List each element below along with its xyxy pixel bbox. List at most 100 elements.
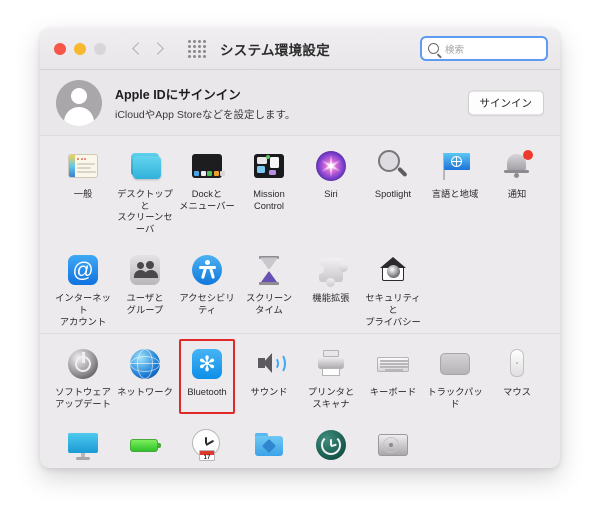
sign-in-button[interactable]: サインイン bbox=[467, 90, 544, 115]
pane-label: 言語と地域 bbox=[431, 189, 479, 199]
security-privacy-icon bbox=[374, 251, 412, 289]
pane-sound[interactable]: サウンド bbox=[238, 343, 300, 410]
pane-date-time[interactable]: 17 日付と時刻 bbox=[176, 424, 238, 468]
zoom-button[interactable] bbox=[94, 42, 106, 55]
pane-label: ユーザと グループ bbox=[126, 293, 164, 316]
pane-mission-control[interactable]: Mission Control bbox=[238, 145, 300, 235]
general-icon bbox=[64, 147, 102, 185]
pane-label: 機能拡張 bbox=[312, 293, 350, 304]
pane-screen-time[interactable]: スクリーン タイム bbox=[238, 249, 300, 328]
pane-security-privacy[interactable]: セキュリティと プライバシー bbox=[362, 249, 424, 328]
apple-id-title: Apple IDにサインイン bbox=[115, 87, 241, 102]
apple-id-text: Apple IDにサインイン iCloudやApp Storeなどを設定します。 bbox=[115, 84, 295, 122]
pane-sharing[interactable]: 共有 bbox=[238, 424, 300, 468]
preference-pane-grid: 一般 デスクトップと スクリーンセーバ Dockと メニューバー Mission… bbox=[40, 136, 560, 468]
pane-label: Dockと メニューバー bbox=[179, 189, 235, 211]
pane-label: ネットワーク bbox=[117, 387, 173, 398]
pane-label: Siri bbox=[324, 189, 338, 199]
language-region-icon bbox=[436, 147, 474, 185]
close-button[interactable] bbox=[54, 42, 66, 55]
pane-trackpad[interactable]: トラックパッド bbox=[424, 343, 486, 410]
pane-mouse[interactable]: マウス bbox=[486, 343, 548, 410]
pane-label: アクセシビリティ bbox=[179, 293, 235, 316]
at-sign-glyph: @ bbox=[72, 258, 94, 282]
pane-label: セキュリティと プライバシー bbox=[365, 293, 421, 327]
time-machine-icon bbox=[312, 426, 350, 464]
pane-label: スクリーン タイム bbox=[245, 293, 293, 316]
pane-notifications[interactable]: 通知 bbox=[486, 145, 548, 235]
pane-battery[interactable]: バッテリー bbox=[114, 424, 176, 468]
pane-printers-scanners[interactable]: プリンタと スキャナ bbox=[300, 343, 362, 410]
apple-id-section[interactable]: Apple IDにサインイン iCloudやApp Storeなどを設定します。… bbox=[40, 70, 560, 136]
pane-desktop-screensaver[interactable]: デスクトップと スクリーンセーバ bbox=[114, 145, 176, 235]
notifications-bell-icon bbox=[498, 147, 536, 185]
pane-label: サウンド bbox=[250, 387, 288, 398]
mouse-icon bbox=[498, 345, 536, 383]
battery-icon bbox=[126, 426, 164, 464]
pane-label: マウス bbox=[503, 387, 531, 398]
pane-language-region[interactable]: 言語と地域 bbox=[424, 145, 486, 235]
forward-chevron-icon[interactable] bbox=[150, 39, 168, 59]
back-chevron-icon[interactable] bbox=[128, 39, 146, 59]
pane-displays[interactable]: ディスプレイ bbox=[52, 424, 114, 468]
pane-label: プリンタと スキャナ bbox=[307, 387, 355, 409]
traffic-lights bbox=[54, 42, 106, 55]
internet-accounts-icon: @ bbox=[64, 251, 102, 289]
pane-keyboard[interactable]: キーボード bbox=[362, 343, 424, 410]
screenshot-root: システム環境設定 検索 Apple IDにサインイン iCloudやApp St… bbox=[0, 0, 600, 523]
keyboard-icon bbox=[374, 345, 412, 383]
calendar-day-number: 17 bbox=[203, 454, 211, 461]
trackpad-icon bbox=[436, 345, 474, 383]
extensions-icon bbox=[312, 251, 350, 289]
apple-id-subtitle: iCloudやApp Storeなどを設定します。 bbox=[115, 108, 296, 121]
software-update-icon bbox=[64, 345, 102, 383]
pane-label: 通知 bbox=[507, 189, 527, 199]
bluetooth-glyph: ✻ bbox=[198, 352, 216, 376]
pane-users-groups[interactable]: ユーザと グループ bbox=[114, 249, 176, 328]
minimize-button[interactable] bbox=[74, 42, 86, 55]
pane-label: Spotlight bbox=[374, 189, 412, 199]
date-time-icon: 17 bbox=[188, 426, 226, 464]
network-icon bbox=[126, 345, 164, 383]
show-all-grid-icon[interactable] bbox=[188, 39, 206, 58]
pane-label: トラックパッド bbox=[427, 387, 483, 409]
sound-icon bbox=[250, 345, 288, 383]
screen-time-icon bbox=[250, 251, 288, 289]
sharing-icon bbox=[250, 426, 288, 464]
avatar bbox=[56, 79, 102, 126]
dock-menubar-icon bbox=[188, 147, 226, 185]
pane-internet-accounts[interactable]: @ インターネット アカウント bbox=[52, 249, 114, 328]
navigation-buttons bbox=[128, 39, 168, 59]
search-placeholder: 検索 bbox=[445, 44, 465, 56]
window-titlebar: システム環境設定 検索 bbox=[40, 28, 560, 70]
pane-row-3: ソフトウェア アップデート ネットワーク ✻ Bluetooth サウンド プリ… bbox=[40, 333, 560, 415]
pane-label: デスクトップと スクリーンセーバ bbox=[117, 189, 173, 234]
search-field[interactable]: 検索 bbox=[420, 36, 548, 61]
pane-time-machine[interactable]: Time Machine bbox=[300, 424, 362, 468]
pane-label: 一般 bbox=[73, 189, 93, 199]
pane-label: インターネット アカウント bbox=[55, 293, 111, 327]
pane-siri[interactable]: Siri bbox=[300, 145, 362, 235]
pane-startup-disk[interactable]: 起動ディスク bbox=[362, 424, 424, 468]
pane-dock-menubar[interactable]: Dockと メニューバー bbox=[176, 145, 238, 235]
pane-row-2: @ インターネット アカウント ユーザと グループ アクセシビリティ スクリーン… bbox=[40, 240, 560, 333]
accessibility-icon bbox=[188, 251, 226, 289]
pane-bluetooth[interactable]: ✻ Bluetooth bbox=[176, 339, 238, 415]
window-title: システム環境設定 bbox=[220, 42, 330, 58]
pane-software-update[interactable]: ソフトウェア アップデート bbox=[52, 343, 114, 410]
pane-label: キーボード bbox=[369, 387, 417, 398]
pane-row-4: ディスプレイ バッテリー 17 日付と時刻 bbox=[40, 415, 560, 468]
displays-icon bbox=[64, 426, 102, 464]
spotlight-icon bbox=[374, 147, 412, 185]
pane-spotlight[interactable]: Spotlight bbox=[362, 145, 424, 235]
pane-accessibility[interactable]: アクセシビリティ bbox=[176, 249, 238, 328]
pane-label: ソフトウェア アップデート bbox=[55, 387, 111, 409]
pane-label: Bluetooth bbox=[187, 387, 227, 398]
pane-network[interactable]: ネットワーク bbox=[114, 343, 176, 410]
pane-extensions[interactable]: 機能拡張 bbox=[300, 249, 362, 328]
bluetooth-icon: ✻ bbox=[188, 345, 226, 383]
pane-label: Mission Control bbox=[253, 189, 285, 211]
pane-general[interactable]: 一般 bbox=[52, 145, 114, 235]
printers-scanners-icon bbox=[312, 345, 350, 383]
siri-icon bbox=[312, 147, 350, 185]
